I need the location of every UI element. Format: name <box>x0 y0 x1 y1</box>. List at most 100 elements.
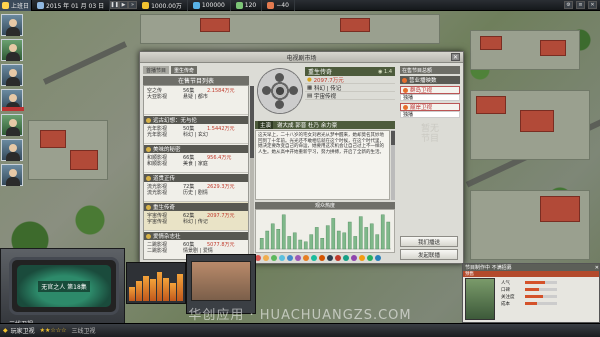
list-item-selected[interactable]: 重生传奇 宇宙传视 62集 2097.7万元 宇宙传视 科幻 | 传记 <box>144 202 248 231</box>
production-tab[interactable]: 预售 <box>463 271 599 277</box>
chart-bar <box>270 223 275 250</box>
program-studio: 宇宙传视 <box>147 218 168 225</box>
day-type: 上班日 <box>11 2 30 10</box>
program-studio: 流光影视 <box>147 189 168 196</box>
fast-forward-button[interactable]: » <box>128 1 138 9</box>
audience-icon <box>287 254 293 261</box>
stat-bar <box>525 281 557 284</box>
channel-icon <box>403 87 408 93</box>
staff-avatar[interactable] <box>1 164 23 186</box>
program-list-scrollbar[interactable] <box>250 86 254 256</box>
audience-icon <box>311 254 317 261</box>
coin-icon: ● <box>307 76 312 83</box>
tab-selected-program[interactable]: 重生传奇 <box>171 66 198 74</box>
close-button[interactable]: ✕ <box>451 53 460 61</box>
staff-sidebar <box>0 14 24 189</box>
mood-stat: −40 <box>262 0 295 11</box>
program-price: 2097.7万元 <box>313 77 344 84</box>
ratings-bar <box>135 281 142 301</box>
program-genre: 美食 | 家庭 <box>183 160 208 167</box>
chart-bar <box>320 238 325 250</box>
audience-icon <box>263 254 269 261</box>
chart-bar <box>325 225 330 250</box>
chart-bar <box>364 227 369 250</box>
ratings-bar <box>163 277 170 301</box>
player-channel-name: 玩家卫视 <box>10 328 35 335</box>
settings-button[interactable]: ⚙ <box>564 1 573 9</box>
chart-bar <box>276 229 281 250</box>
list-item[interactable]: 道贯正传 流光影视 72集 2629.3万元 流光影视 历史 | 剧情 <box>144 173 248 202</box>
program-studio: 光年影视 <box>147 131 168 138</box>
production-status-panel: 节目制作中 不满招募 ✕ 预售 人气 口碑 关注度 成本 <box>462 263 600 323</box>
channel-icon <box>403 104 408 110</box>
channel-name: 巅岸卫视 <box>410 105 433 111</box>
program-list-heading: 在售节目列表 <box>143 76 249 85</box>
close-icon[interactable]: ✕ <box>595 265 599 271</box>
program-studio: 和顺影视 <box>147 160 168 167</box>
program-status-icon <box>146 233 151 239</box>
play-button[interactable]: ▶ <box>119 1 129 9</box>
money-icon <box>142 1 150 9</box>
chart-bar <box>265 230 270 250</box>
channel-item[interactable]: 群岛卫视 独播 <box>400 86 460 101</box>
stat-row: 关注度 <box>499 293 557 300</box>
stat-label: 口碑 <box>501 287 510 293</box>
program-genre: 历史 | 剧情 <box>183 189 208 196</box>
program-price: 956.4万元 <box>207 154 232 161</box>
staff-icon <box>235 1 243 9</box>
pause-button[interactable]: ❚❚ <box>110 1 120 9</box>
chart-bar <box>353 236 358 250</box>
tv-monitor[interactable]: 无官之人 第18集 <box>9 257 119 315</box>
fame-stat: 100000 <box>188 0 231 11</box>
staff-avatar[interactable] <box>1 14 23 36</box>
channel-tier: 三线卫视 <box>71 328 96 335</box>
scrollbar-thumb[interactable] <box>250 86 254 158</box>
program-status-icon <box>146 117 151 123</box>
staff-avatar[interactable] <box>1 139 23 161</box>
chart-bar <box>380 214 385 250</box>
date-display: 2015 年 01 月 03 日 <box>32 0 111 11</box>
staff-value: 120 <box>244 1 257 9</box>
fame-icon <box>192 1 200 9</box>
window-title-bar: 电视剧市场 ✕ <box>140 52 463 63</box>
exit-button[interactable]: ✕ <box>588 1 597 9</box>
menu-button[interactable]: ≡ <box>576 1 585 9</box>
program-genre: 科幻 | 玄幻 <box>183 131 208 138</box>
audience-icon <box>375 254 381 261</box>
chart-bar <box>259 238 264 250</box>
broadcast-icon <box>402 77 407 83</box>
channel-logo-icon: ◆ <box>3 327 8 334</box>
ratings-bar <box>156 272 163 301</box>
audience-icon <box>319 254 325 261</box>
staff-avatar[interactable] <box>1 89 24 111</box>
production-thumbnail <box>465 278 495 320</box>
program-price: 1.5442万元 <box>207 125 235 132</box>
broadcast-heading-label: 营业播映数 <box>409 78 437 84</box>
home-icon <box>2 1 9 9</box>
syndicate-button[interactable]: 发起联播 <box>400 249 458 260</box>
staff-avatar[interactable] <box>1 39 23 61</box>
audience-icon <box>271 254 277 261</box>
mood-icon <box>267 1 275 9</box>
audience-icon <box>343 254 349 261</box>
list-item[interactable]: 远古幻想：无与伦 光年影视 50集 1.5442万元 光年影视 科幻 | 玄幻 <box>144 115 248 144</box>
broadcast-button[interactable]: 我们播送 <box>400 236 458 247</box>
chart-bar <box>358 216 363 250</box>
ratings-bars <box>126 262 186 304</box>
list-item[interactable]: 空之传 56集 2.1584万元 大亚影视 悬疑 | 都市 <box>144 86 248 115</box>
chart-bar <box>375 234 380 250</box>
ratings-bar <box>129 286 135 301</box>
ratings-bar <box>177 274 183 301</box>
channel-item[interactable]: 巅岸卫视 独播 <box>400 103 460 118</box>
list-item[interactable]: 美味的秘密 和顺影视 66集 956.4万元 和顺影视 美食 | 家庭 <box>144 144 248 173</box>
tab-premiere[interactable]: 首播节目 <box>143 66 170 74</box>
home-indicator[interactable]: 上班日 <box>0 0 32 11</box>
broadcast-heading: 营业播映数 <box>400 76 460 84</box>
staff-avatar[interactable] <box>1 114 23 136</box>
program-detail-panel: 重生传奇 ◉ 1.4 ● 2097.7万元 ▦ 科幻 | 传记 ▤ 宇宙传视 主… <box>255 66 395 262</box>
rating-value: 1.4 <box>384 68 392 75</box>
synopsis-scrollbar[interactable] <box>391 130 395 200</box>
camera-shot <box>191 261 251 301</box>
staff-avatar[interactable] <box>1 64 23 86</box>
chart-bar <box>336 230 341 250</box>
